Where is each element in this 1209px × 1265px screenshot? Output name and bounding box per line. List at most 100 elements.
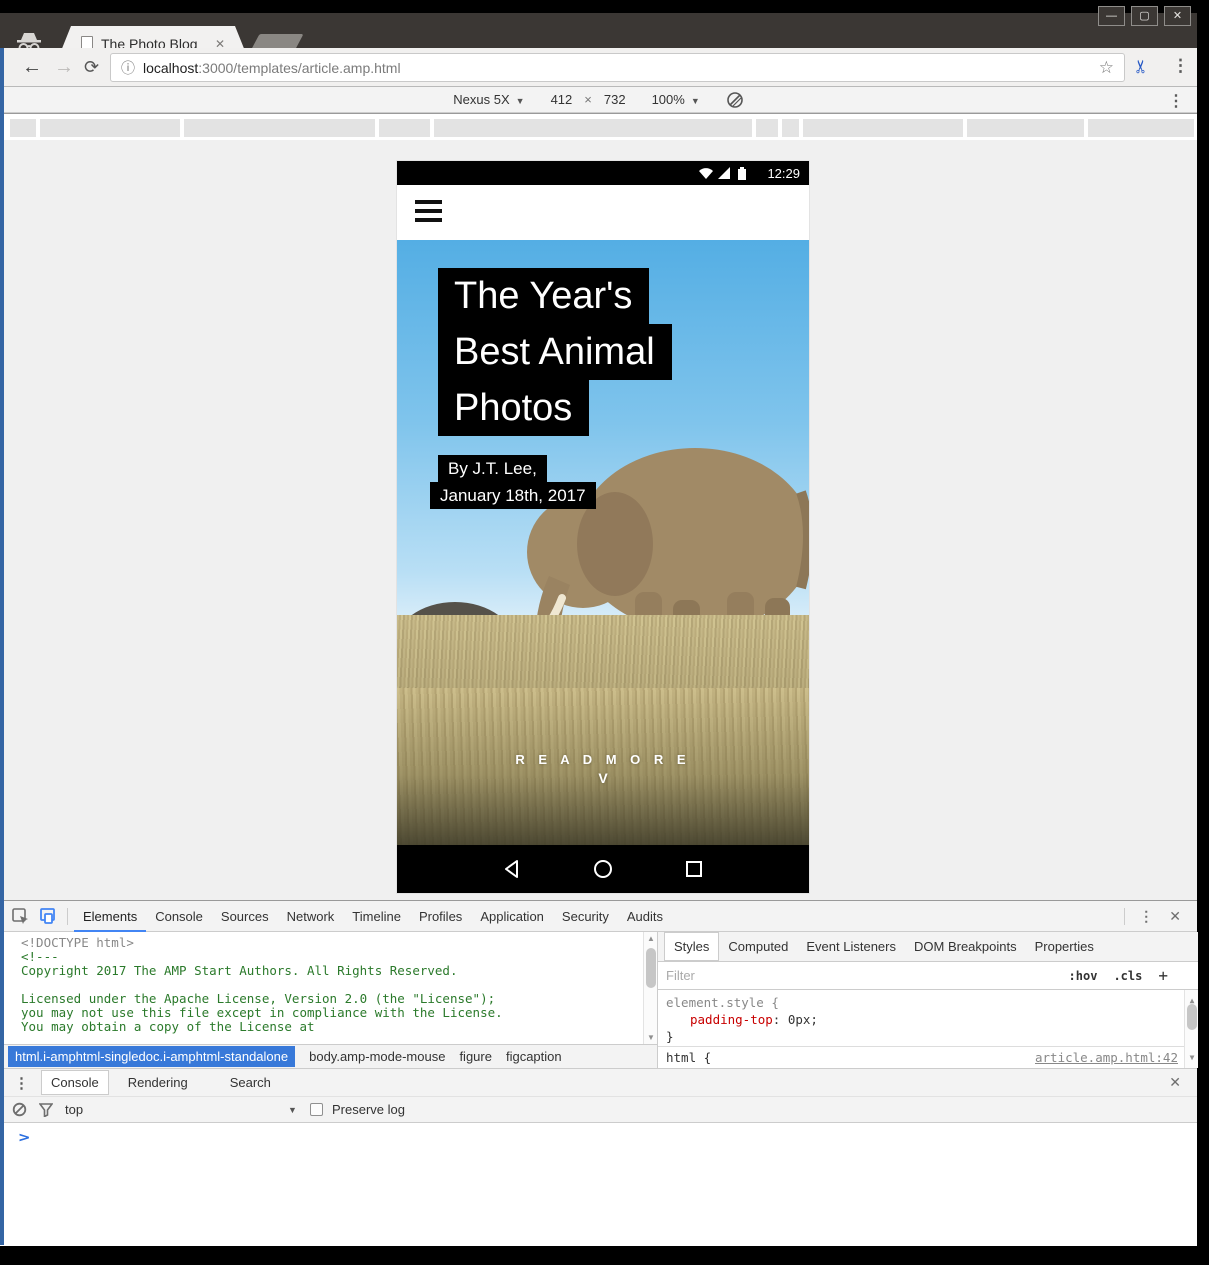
window-controls: — ▢ ✕ [1098, 6, 1191, 26]
address-bar[interactable]: ⓘ localhost:3000/templates/article.amp.h… [110, 53, 1125, 82]
dom-comment[interactable]: you may not use this file except in comp… [0, 1006, 657, 1020]
media-query-segment[interactable] [379, 119, 430, 137]
minimize-button[interactable]: — [1098, 6, 1125, 26]
elements-scrollbar[interactable]: ▲ ▼ [643, 932, 657, 1044]
html-selector[interactable]: html { [666, 1049, 711, 1066]
media-query-segment[interactable] [756, 119, 778, 137]
console-prompt-chevron[interactable]: > [19, 1130, 30, 1146]
tab-event-listeners[interactable]: Event Listeners [797, 933, 905, 960]
article-title: The Year's Best Animal Photos [438, 268, 672, 436]
dom-comment[interactable]: You may obtain a copy of the License at [0, 1020, 657, 1034]
stylesheet-source-link[interactable]: article.amp.html:42 [1035, 1049, 1178, 1066]
rotate-device-icon[interactable] [726, 91, 744, 109]
inline-style-selector[interactable]: element.style { [666, 994, 1198, 1011]
dom-comment[interactable]: Licensed under the Apache License, Versi… [0, 992, 657, 1006]
hamburger-menu-icon[interactable] [415, 200, 442, 227]
dom-comment[interactable]: Copyright 2017 The AMP Start Authors. Al… [0, 964, 657, 978]
preserve-log-label[interactable]: Preserve log [332, 1102, 405, 1117]
toggle-device-toolbar-icon[interactable] [39, 908, 57, 924]
browser-menu-icon[interactable]: ⋮ [1172, 56, 1189, 76]
bookmark-star-icon[interactable]: ☆ [1099, 58, 1114, 78]
styles-filter-input[interactable] [666, 968, 966, 983]
css-value[interactable]: : 0px; [773, 1012, 818, 1027]
media-query-segment[interactable] [434, 119, 752, 137]
css-property[interactable]: padding-top [690, 1012, 773, 1027]
maximize-button[interactable]: ▢ [1131, 6, 1158, 26]
tab-application[interactable]: Application [471, 901, 553, 932]
chevron-down-icon[interactable]: ▼ [288, 1105, 297, 1115]
tab-timeline[interactable]: Timeline [343, 901, 410, 932]
dom-comment[interactable]: <!--- [0, 950, 657, 964]
styles-scrollbar[interactable]: ▲ ▼ [1184, 990, 1198, 1068]
tab-search[interactable]: Search [221, 1071, 280, 1094]
forward-icon: → [54, 54, 74, 80]
console-output[interactable]: > [0, 1123, 1197, 1246]
elements-tree[interactable]: <!DOCTYPE html> <!--- Copyright 2017 The… [0, 932, 657, 1044]
drawer-menu-icon[interactable]: ⋮ [0, 1074, 41, 1092]
media-query-segment[interactable] [10, 119, 36, 137]
execution-context-select[interactable]: top [65, 1102, 83, 1117]
tab-security[interactable]: Security [553, 901, 618, 932]
android-recents-icon[interactable] [683, 858, 705, 880]
filter-funnel-icon[interactable] [39, 1103, 53, 1117]
media-query-segment[interactable] [803, 119, 963, 137]
extension-scissors-icon[interactable]: ✂ [1131, 59, 1152, 74]
pseudo-state-toggle[interactable]: :hov [1069, 969, 1098, 983]
breadcrumb-item-body[interactable]: body.amp-mode-mouse [309, 1049, 445, 1064]
new-style-rule-button[interactable]: + [1158, 966, 1168, 985]
title-line: Best Animal [438, 324, 672, 380]
inspect-element-icon[interactable] [12, 908, 29, 925]
scroll-up-icon[interactable]: ▲ [644, 934, 657, 943]
media-query-segment[interactable] [1088, 119, 1194, 137]
scroll-thumb[interactable] [646, 948, 656, 988]
device-dimensions[interactable]: 412 × 732 [551, 92, 626, 107]
tab-rendering[interactable]: Rendering [119, 1071, 197, 1094]
tab-profiles[interactable]: Profiles [410, 901, 471, 932]
tab-styles[interactable]: Styles [664, 932, 719, 961]
media-query-segment[interactable] [967, 119, 1084, 137]
chevron-down-icon: ▼ [691, 96, 700, 106]
dom-node[interactable]: <!DOCTYPE html> [0, 936, 657, 950]
tab-properties[interactable]: Properties [1026, 933, 1103, 960]
clear-console-icon[interactable] [12, 1102, 27, 1117]
chevron-down-icon[interactable]: V [397, 770, 809, 786]
element-classes-toggle[interactable]: .cls [1113, 969, 1142, 983]
android-back-icon[interactable] [501, 858, 523, 880]
console-tab-bar: ⋮ Console Rendering Search ✕ [0, 1069, 1197, 1096]
battery-icon [738, 169, 746, 180]
close-button[interactable]: ✕ [1164, 6, 1191, 26]
tab-sources[interactable]: Sources [212, 901, 278, 932]
breadcrumb-item-figure[interactable]: figure [459, 1049, 492, 1064]
media-query-segment[interactable] [782, 119, 799, 137]
emulated-phone-screen: 12:29 [397, 161, 809, 893]
title-line: The Year's [438, 268, 649, 324]
tab-network[interactable]: Network [278, 901, 344, 932]
media-query-segment[interactable] [40, 119, 180, 137]
android-home-icon[interactable] [592, 858, 614, 880]
tab-console[interactable]: Console [146, 901, 212, 932]
reload-icon[interactable]: ⟳ [84, 54, 99, 80]
scroll-down-icon[interactable]: ▼ [1185, 1049, 1199, 1066]
scroll-thumb[interactable] [1187, 1004, 1197, 1030]
breadcrumb-item-html[interactable]: html.i-amphtml-singledoc.i-amphtml-stand… [8, 1046, 295, 1067]
tab-elements[interactable]: Elements [74, 901, 146, 932]
read-more-link[interactable]: R E A D M O R E [397, 752, 809, 767]
media-query-segment[interactable] [184, 119, 375, 137]
device-emulation-toolbar: Nexus 5X▼ 412 × 732 100%▼ ⋮ [0, 87, 1197, 113]
scroll-down-icon[interactable]: ▼ [644, 1033, 657, 1042]
devtools-menu-icon[interactable]: ⋮ [1131, 908, 1161, 925]
tab-computed[interactable]: Computed [719, 933, 797, 960]
devtools-close-icon[interactable]: ✕ [1161, 908, 1189, 925]
preserve-log-checkbox[interactable] [310, 1103, 323, 1116]
breadcrumb-item-figcaption[interactable]: figcaption [506, 1049, 562, 1064]
drawer-close-icon[interactable]: ✕ [1169, 1074, 1197, 1091]
byline-author: By J.T. Lee, [438, 455, 547, 482]
zoom-select[interactable]: 100%▼ [652, 92, 700, 107]
info-icon[interactable]: ⓘ [121, 58, 135, 78]
device-select[interactable]: Nexus 5X▼ [453, 92, 524, 107]
device-toolbar-menu-icon[interactable]: ⋮ [1168, 91, 1184, 111]
tab-audits[interactable]: Audits [618, 901, 672, 932]
back-icon[interactable]: ← [22, 54, 42, 80]
tab-dom-breakpoints[interactable]: DOM Breakpoints [905, 933, 1026, 960]
tab-console-drawer[interactable]: Console [41, 1070, 109, 1095]
